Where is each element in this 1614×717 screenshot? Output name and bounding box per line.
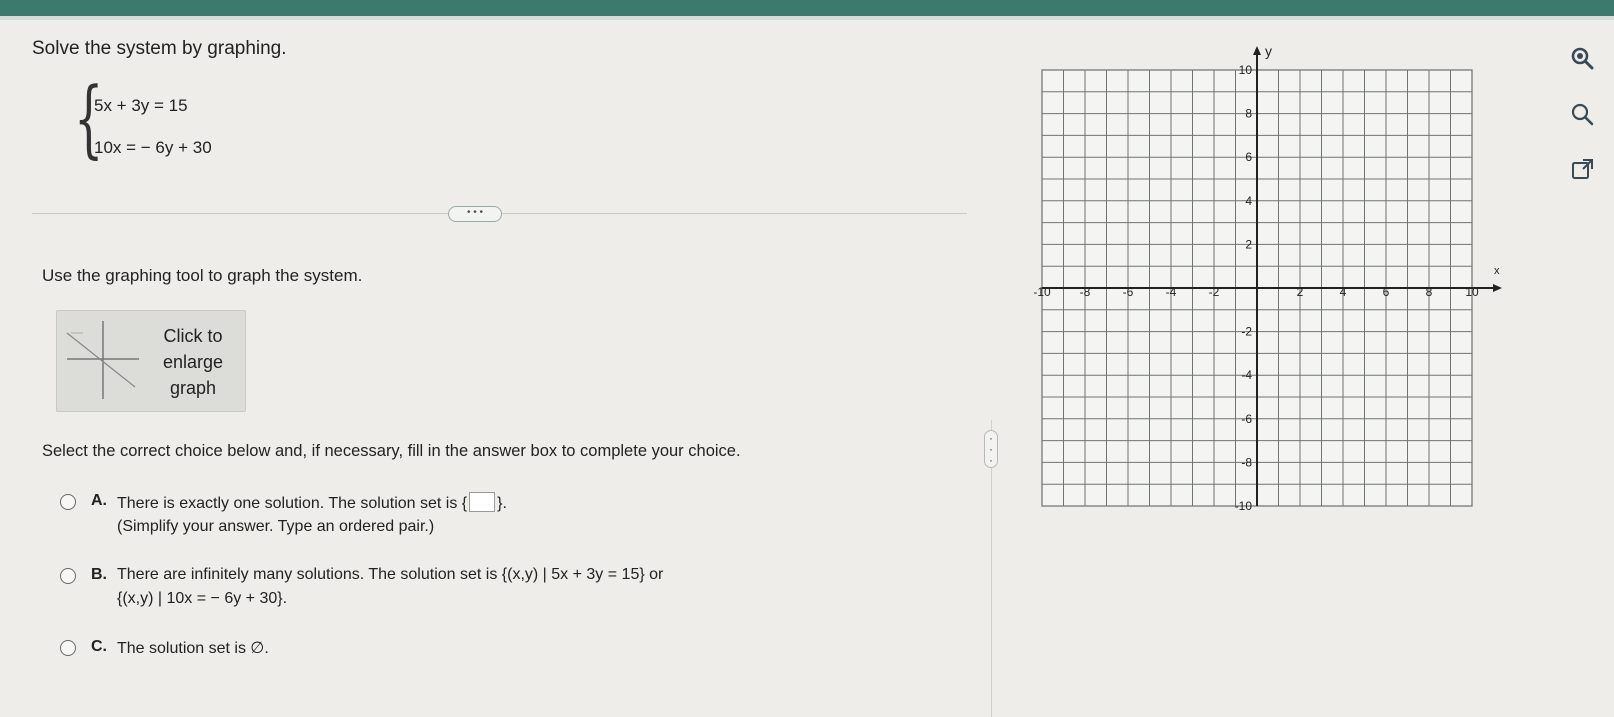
y-tick-label: 6: [1245, 150, 1252, 164]
more-button[interactable]: • • •: [448, 206, 502, 222]
y-tick-label: -2: [1241, 325, 1252, 339]
x-tick-label: 4: [1340, 285, 1347, 299]
y-tick-label: 10: [1239, 63, 1253, 77]
enlarge-graph-button[interactable]: Click to enlarge graph: [56, 310, 246, 412]
choice-a-label: A.: [91, 492, 107, 509]
choice-b-text-2: {(x,y) | 10x = − 6y + 30}.: [117, 590, 288, 607]
external-link-icon[interactable]: [1568, 156, 1596, 184]
y-tick-label: -10: [1235, 499, 1253, 513]
question-prompt: Solve the system by graphing.: [32, 38, 287, 59]
coordinate-graph[interactable]: x y -10 -8 -6 -4 -2 2 4 6 8 10 10 8 6 4 2 -2 -4 -6 -8 -10: [1020, 36, 1540, 556]
radio-choice-a[interactable]: [60, 494, 76, 510]
choice-a-note: (Simplify your answer. Type an ordered p…: [117, 518, 435, 535]
equation-system: { 5x + 3y = 15 10x = − 6y + 30: [66, 76, 326, 168]
choice-a-text-before: There is exactly one solution. The solut…: [117, 495, 468, 512]
y-tick-label: -8: [1241, 455, 1252, 469]
x-tick-label: 10: [1465, 285, 1479, 299]
thumb-label-line-2: enlarge: [162, 352, 224, 372]
y-axis-label: y: [1265, 43, 1272, 59]
x-tick-label: 8: [1426, 285, 1433, 299]
x-axis-arrow: [1493, 284, 1502, 292]
y-tick-label: 8: [1245, 107, 1252, 121]
choice-b-label: B.: [91, 566, 107, 583]
x-tick-label: 2: [1297, 285, 1304, 299]
radio-choice-b[interactable]: [60, 568, 76, 584]
radio-choice-c[interactable]: [60, 640, 76, 656]
answer-input-box[interactable]: [469, 492, 496, 512]
x-tick-label: -2: [1209, 285, 1220, 299]
equation-2: 10x = − 6y + 30: [94, 138, 212, 157]
top-header-bar: [0, 0, 1614, 16]
equation-1: 5x + 3y = 15: [94, 96, 188, 115]
header-edge: [0, 16, 1614, 20]
thumb-label-line-1: Click to: [163, 326, 223, 346]
y-tick-label: 2: [1245, 237, 1252, 251]
x-tick-label: -8: [1080, 285, 1091, 299]
enlarge-graph-label: Click to enlarge graph: [143, 323, 243, 401]
zoom-in-icon[interactable]: [1568, 44, 1596, 72]
x-tick-label: -4: [1166, 285, 1177, 299]
choice-a-text-after: }.: [497, 495, 507, 512]
choice-b-text: There are infinitely many solutions. The…: [117, 566, 664, 583]
choice-c-text: The solution set is ∅.: [117, 640, 269, 657]
graph-thumbnail-icon: [66, 321, 139, 399]
x-tick-label: 6: [1383, 285, 1390, 299]
choice-c-label: C.: [91, 638, 107, 655]
x-tick-label: -10: [1033, 285, 1051, 299]
panel-resize-handle[interactable]: · · ·: [984, 430, 998, 468]
choice-a-text: There is exactly one solution. The solut…: [117, 492, 507, 513]
x-tick-label: -6: [1123, 285, 1134, 299]
y-axis-arrow: [1253, 46, 1261, 55]
y-tick-label: -6: [1241, 412, 1252, 426]
thumb-label-line-3: graph: [169, 378, 217, 398]
graph-instruction: Use the graphing tool to graph the syste…: [42, 266, 363, 285]
zoom-out-icon[interactable]: [1568, 100, 1596, 128]
y-tick-label: 4: [1245, 194, 1252, 208]
select-instruction: Select the correct choice below and, if …: [42, 442, 741, 460]
x-axis-label: x: [1494, 265, 1500, 277]
y-tick-label: -4: [1241, 368, 1252, 382]
